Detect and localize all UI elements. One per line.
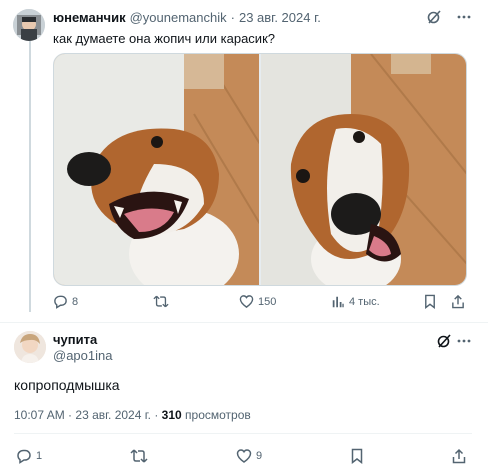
parent-tweet[interactable]: юнеманчик @younemanchik · 23 авг. 2024 г… (0, 0, 488, 322)
tweet-text: как думаете она жопич или карасик? (53, 31, 275, 46)
tweet-header: юнеманчик @younemanchik · 23 авг. 2024 г… (53, 10, 321, 25)
tweet-text: копроподмышка (14, 377, 120, 393)
reply-count: 8 (72, 295, 79, 308)
repost-button[interactable] (153, 294, 239, 309)
repost-button[interactable] (130, 448, 148, 464)
handle[interactable]: @younemanchik (130, 10, 227, 25)
separator: · (68, 408, 73, 422)
like-count: 150 (258, 295, 277, 308)
more-options-icon[interactable] (456, 333, 472, 349)
reply-icon (53, 294, 68, 309)
bookmark-button[interactable] (423, 294, 445, 309)
heart-icon (236, 448, 252, 464)
like-button[interactable]: 150 (239, 294, 331, 309)
handle[interactable]: @apo1ina (53, 348, 112, 363)
views-chart-icon (331, 295, 345, 309)
bookmark-icon (423, 294, 437, 309)
display-name[interactable]: чупита (53, 332, 97, 347)
bookmark-icon (350, 448, 364, 464)
views-label: просмотров (185, 408, 251, 422)
reply-count: 1 (36, 450, 43, 462)
tweet-date[interactable]: 23 авг. 2024 г. (75, 408, 151, 422)
tweet-media[interactable] (53, 53, 467, 286)
repost-icon (153, 294, 169, 309)
repost-icon (130, 448, 148, 464)
views-count: 4 тыс. (349, 295, 380, 308)
reply-button[interactable]: 8 (53, 294, 153, 309)
like-count: 9 (256, 450, 263, 462)
tweet-action-bar: 8 150 4 тыс. (53, 294, 467, 309)
heart-icon (239, 294, 254, 309)
tweet-action-bar: 1 9 (16, 448, 466, 464)
share-icon (452, 448, 466, 464)
share-button[interactable] (452, 448, 466, 464)
tweet-meta: 10:07 AM · 23 авг. 2024 г. · 310 просмот… (14, 408, 251, 422)
reply-button[interactable]: 1 (16, 448, 42, 464)
more-options-icon[interactable] (456, 9, 472, 25)
meta-divider (14, 433, 472, 434)
tweet-date[interactable]: 23 авг. 2024 г. (239, 10, 321, 25)
avatar[interactable] (14, 331, 46, 363)
dog-photo-right[interactable] (261, 54, 466, 285)
separator: · (230, 10, 235, 25)
avatar[interactable] (13, 9, 45, 41)
share-button[interactable] (445, 294, 465, 309)
reply-icon (16, 448, 32, 464)
grok-icon[interactable] (436, 333, 452, 349)
display-name[interactable]: юнеманчик (53, 10, 126, 25)
share-icon (451, 294, 465, 309)
dog-photo-left[interactable] (54, 54, 259, 285)
separator: · (154, 408, 159, 422)
like-button[interactable]: 9 (236, 448, 262, 464)
views-button[interactable]: 4 тыс. (331, 295, 423, 309)
tweet-top-actions (426, 9, 472, 25)
grok-icon[interactable] (426, 9, 442, 25)
tweet-divider (0, 322, 488, 323)
tweet-time[interactable]: 10:07 AM (14, 408, 65, 422)
bookmark-button[interactable] (350, 448, 364, 464)
views-count: 310 (161, 408, 182, 422)
